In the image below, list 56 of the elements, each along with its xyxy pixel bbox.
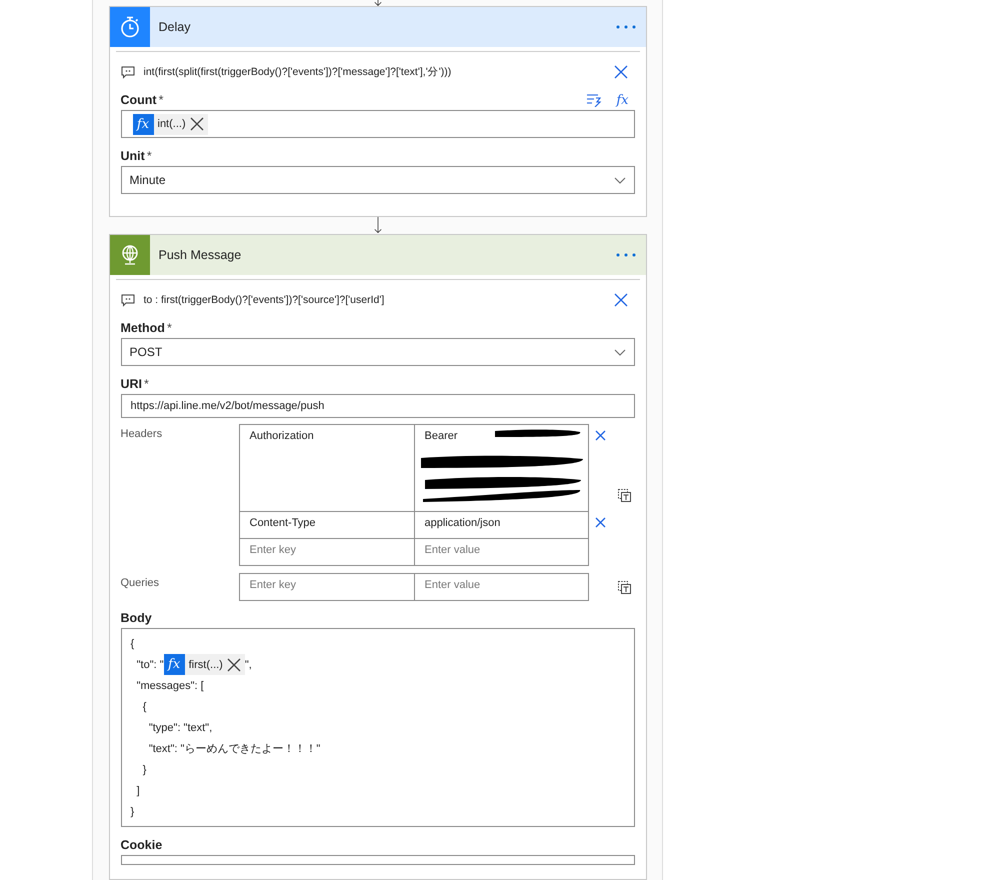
text-mode-icon[interactable] bbox=[618, 580, 630, 594]
code-line: "to": " bbox=[136, 658, 164, 670]
field-label: Body bbox=[120, 611, 153, 625]
code-line: "messages": [ bbox=[136, 680, 204, 692]
comment-text: to : first(triggerBody()?['events'])?['source']?['userId'] bbox=[144, 294, 386, 306]
remove-icon[interactable] bbox=[226, 658, 241, 672]
remove-icon[interactable] bbox=[594, 517, 606, 528]
code-line: } bbox=[130, 806, 134, 818]
code-line: ] bbox=[136, 784, 140, 796]
field-label: Method * bbox=[120, 321, 173, 335]
dropdown[interactable]: POST bbox=[120, 338, 634, 366]
close-icon[interactable] bbox=[614, 293, 628, 307]
code-line: } bbox=[142, 764, 146, 776]
comment-text: int(first(split(first(triggerBody()?['events'])?['message']?['text'],'分'))) bbox=[144, 65, 452, 80]
expression-token[interactable]: fx first(...) bbox=[164, 654, 245, 675]
chevron-down-icon bbox=[614, 176, 626, 184]
field-label: Count * bbox=[120, 93, 164, 108]
uri-field[interactable]: https://api.line.me/v2/bot/message/push bbox=[120, 394, 634, 418]
code-line: { bbox=[142, 700, 146, 712]
code-text: ", bbox=[244, 658, 252, 670]
key-input[interactable]: Enter key bbox=[250, 579, 400, 591]
card-header[interactable]: Delay bbox=[110, 7, 646, 48]
count-field[interactable]: fx int(...) bbox=[120, 110, 634, 138]
remove-icon[interactable] bbox=[594, 430, 606, 441]
chevron-down-icon bbox=[614, 348, 626, 356]
field-label: Queries bbox=[120, 576, 160, 589]
value-input[interactable]: Enter value bbox=[424, 579, 574, 591]
field-label: Unit * bbox=[120, 149, 153, 164]
value-input[interactable]: Enter value bbox=[424, 544, 574, 556]
more-icon[interactable] bbox=[616, 25, 636, 30]
body-editor[interactable]: { "to": " fx first(...) ", "messages": [ { "type": "text", "text": "らーめんできたよー！！！" } ] } bbox=[120, 628, 634, 827]
more-icon[interactable] bbox=[616, 253, 636, 257]
expression-button[interactable]: fx bbox=[616, 92, 628, 108]
fx-badge: fx bbox=[132, 114, 154, 135]
globe-icon bbox=[120, 244, 140, 266]
text-mode-icon[interactable] bbox=[618, 488, 630, 502]
code-line: "text": "らーめんできたよー！！！" bbox=[148, 742, 320, 756]
close-icon[interactable] bbox=[614, 65, 628, 80]
card-title: Delay bbox=[158, 20, 192, 34]
field-label: Headers bbox=[120, 427, 164, 440]
comment-icon bbox=[120, 66, 134, 79]
key-input[interactable]: Enter key bbox=[250, 544, 400, 556]
code-line: "type": "text", bbox=[148, 722, 212, 734]
card-header[interactable]: Push Message bbox=[110, 235, 646, 275]
stopwatch-icon bbox=[120, 16, 140, 38]
fx-badge: fx bbox=[164, 654, 185, 675]
card-title: Push Message bbox=[158, 248, 242, 262]
expression-token[interactable]: fx int(...) bbox=[132, 114, 208, 135]
dropdown[interactable]: Minute bbox=[120, 166, 634, 194]
code-line: { bbox=[130, 638, 134, 650]
comment-icon bbox=[120, 294, 134, 306]
remove-icon[interactable] bbox=[190, 117, 204, 132]
field-label: URI * bbox=[120, 377, 150, 391]
field-label: Cookie bbox=[120, 838, 164, 852]
dynamic-content-icon[interactable] bbox=[586, 93, 602, 108]
cookie-field[interactable] bbox=[120, 855, 634, 865]
